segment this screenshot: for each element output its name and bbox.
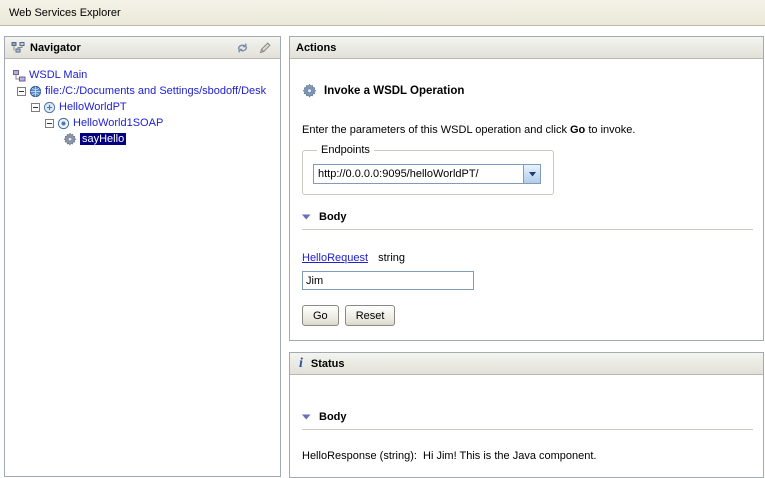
tree-item-label[interactable]: file:/C:/Documents and Settings/sbodoff/… <box>45 85 266 97</box>
reset-button[interactable]: Reset <box>345 305 396 326</box>
actions-title: Actions <box>296 42 336 54</box>
param-type-label: string <box>378 252 405 264</box>
invoke-operation-title: Invoke a WSDL Operation <box>324 85 464 97</box>
tree-item-wsdl-main[interactable]: WSDL Main <box>5 67 280 83</box>
collapse-toggle-icon[interactable] <box>302 214 311 220</box>
tree-item-label[interactable]: HelloWorldPT <box>59 101 127 113</box>
tree-item-operation[interactable]: sayHello <box>5 131 280 147</box>
status-panel: i Status Body HelloResponse (string): Hi… <box>289 352 764 478</box>
body-section-header: Body <box>302 211 753 223</box>
status-header: i Status <box>290 353 763 375</box>
wsdl-main-icon <box>13 69 26 82</box>
status-body-section-title: Body <box>319 411 347 423</box>
navigator-panel: Navigator WSDL Main file:/C:/Documents a… <box>4 36 281 477</box>
tree-item-wsdl-file[interactable]: file:/C:/Documents and Settings/sbodoff/… <box>5 83 280 99</box>
port-type-icon <box>43 101 56 114</box>
endpoint-select[interactable]: http://0.0.0.0:9095/helloWorldPT/ <box>313 164 541 184</box>
invoke-gear-icon <box>302 83 317 98</box>
invoke-operation-heading: Invoke a WSDL Operation <box>302 83 753 98</box>
window-titlebar: Web Services Explorer <box>0 0 765 26</box>
tree-expander[interactable] <box>31 103 40 112</box>
endpoint-dropdown-button[interactable] <box>523 165 540 183</box>
info-icon: i <box>296 357 306 371</box>
section-divider <box>302 429 753 430</box>
status-title: Status <box>311 358 345 370</box>
tree-expander[interactable] <box>17 87 26 96</box>
status-content: Body HelloResponse (string): Hi Jim! Thi… <box>290 411 763 462</box>
instructions-suffix: to invoke. <box>585 124 635 136</box>
go-button[interactable]: Go <box>302 305 339 326</box>
endpoints-fieldset: Endpoints http://0.0.0.0:9095/helloWorld… <box>302 144 554 195</box>
button-row: Go Reset <box>302 305 753 326</box>
wsdl-file-icon <box>29 85 42 98</box>
collapse-toggle-icon[interactable] <box>302 414 311 420</box>
instructions-text: Enter the parameters of this WSDL operat… <box>302 124 753 136</box>
edit-icon[interactable] <box>256 39 274 57</box>
navigator-title: Navigator <box>30 42 81 54</box>
param-input[interactable] <box>302 271 474 290</box>
hello-request-link[interactable]: HelloRequest <box>302 252 368 264</box>
actions-panel: Actions Invoke a WSDL Operation Enter th… <box>289 36 764 341</box>
param-input-row <box>302 264 753 290</box>
tree-item-binding[interactable]: HelloWorld1SOAP <box>5 115 280 131</box>
instructions-go-emphasis: Go <box>570 124 585 136</box>
instructions-prefix: Enter the parameters of this WSDL operat… <box>302 124 570 136</box>
tree-item-label[interactable]: HelloWorld1SOAP <box>73 117 163 129</box>
endpoints-legend: Endpoints <box>317 144 374 156</box>
tree-item-label[interactable]: WSDL Main <box>29 69 87 81</box>
wsdl-tree: WSDL Main file:/C:/Documents and Setting… <box>5 59 280 147</box>
actions-header: Actions <box>290 37 763 59</box>
response-text: HelloResponse (string): Hi Jim! This is … <box>302 450 753 462</box>
operation-gear-icon <box>63 132 77 146</box>
param-row: HelloRequest string <box>302 252 753 264</box>
tree-item-label-selected[interactable]: sayHello <box>80 133 126 145</box>
tree-expander[interactable] <box>45 119 54 128</box>
status-body-section-header: Body <box>302 411 753 423</box>
navigator-header: Navigator <box>5 37 280 59</box>
synchronize-icon[interactable] <box>233 39 251 57</box>
endpoint-selected-value: http://0.0.0.0:9095/helloWorldPT/ <box>314 165 523 183</box>
actions-content: Invoke a WSDL Operation Enter the parame… <box>290 83 763 326</box>
navigator-icon <box>11 41 25 54</box>
tree-item-porttype[interactable]: HelloWorldPT <box>5 99 280 115</box>
binding-icon <box>57 117 70 130</box>
chevron-down-icon <box>529 172 536 177</box>
window-title: Web Services Explorer <box>9 7 121 19</box>
section-divider <box>302 229 753 230</box>
body-section-title: Body <box>319 211 347 223</box>
